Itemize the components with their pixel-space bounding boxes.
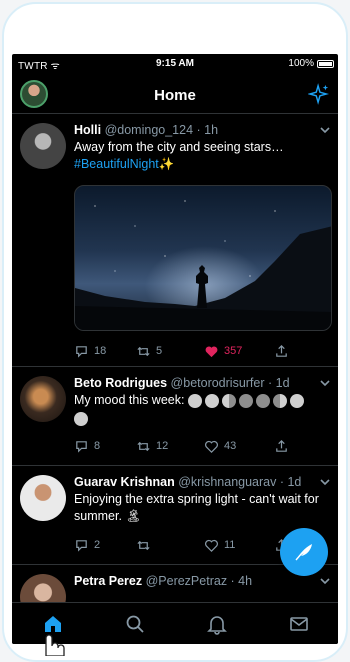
- tab-notifications[interactable]: [206, 613, 228, 635]
- page-title: Home: [154, 87, 196, 104]
- reply-icon: [76, 440, 87, 453]
- chevron-down-icon[interactable]: [320, 125, 330, 135]
- top-navbar: Home: [12, 74, 338, 114]
- waning-moon-icon: [221, 393, 236, 408]
- like-button[interactable]: 43: [204, 438, 236, 454]
- bell-icon: [207, 616, 227, 635]
- share-button[interactable]: [274, 438, 289, 454]
- retweet-icon: [137, 540, 150, 550]
- tweet-photo[interactable]: [74, 185, 332, 331]
- author-name[interactable]: Beto Rodrigues: [74, 376, 167, 390]
- reply-button[interactable]: 18: [74, 343, 106, 359]
- tweet-header: Petra Perez @PerezPetraz · 4h: [74, 574, 320, 588]
- reply-icon: [76, 539, 87, 552]
- tweet-text: Away from the city and seeing stars… #Be…: [74, 140, 284, 171]
- author-handle: @domingo_124 · 1h: [104, 123, 219, 137]
- reply-icon: [76, 345, 87, 358]
- sparkle-icon[interactable]: [308, 83, 330, 105]
- moon-phase-emojis: [187, 393, 304, 408]
- waxing-moon-icon: [272, 393, 287, 408]
- like-button[interactable]: 357: [204, 343, 242, 359]
- tweet-text: Enjoying the extra spring light - can't …: [74, 492, 319, 523]
- retweet-button[interactable]: [136, 537, 156, 553]
- heart-icon: [205, 539, 218, 552]
- tweet-header: Guarav Krishnan @krishnanguarav · 1d: [74, 475, 320, 489]
- search-icon: [126, 615, 144, 633]
- tweet[interactable]: Holli @domingo_124 · 1h Away from the ci…: [12, 115, 338, 367]
- full-moon-icon: [289, 393, 304, 408]
- feather-icon: [295, 544, 312, 561]
- status-bar: TWTR ᯤ 9:15 AM 100%: [12, 54, 338, 74]
- author-handle: @PerezPetraz · 4h: [145, 574, 253, 588]
- hashtag-link[interactable]: #BeautifulNight✨: [74, 157, 174, 171]
- avatar[interactable]: [20, 475, 66, 521]
- tweet-actions: 18 5 357: [74, 343, 330, 359]
- retweet-icon: [137, 346, 150, 356]
- timeline[interactable]: Holli @domingo_124 · 1h Away from the ci…: [12, 115, 338, 602]
- avatar[interactable]: [20, 123, 66, 169]
- author-name[interactable]: Guarav Krishnan: [74, 475, 175, 489]
- mail-icon: [290, 617, 308, 631]
- battery-icon: [317, 60, 334, 68]
- avatar[interactable]: [20, 574, 66, 602]
- like-button[interactable]: 11: [204, 537, 235, 553]
- compose-tweet-button[interactable]: [280, 528, 328, 576]
- reply-button[interactable]: 8: [74, 438, 100, 454]
- tweet-actions: 8 12 43: [74, 438, 330, 454]
- author-handle: @krishnanguarav · 1d: [178, 475, 302, 489]
- tweet-header: Holli @domingo_124 · 1h: [74, 123, 320, 137]
- app-screen: TWTR ᯤ 9:15 AM 100% Home Holli @domingo_…: [12, 54, 338, 644]
- full-moon-icon: [187, 393, 202, 408]
- chevron-down-icon[interactable]: [320, 378, 330, 388]
- author-name[interactable]: Holli: [74, 123, 101, 137]
- author-handle: @betorodrisurfer · 1d: [170, 376, 290, 390]
- tweet-text: My mood this week:: [74, 392, 330, 431]
- tweet-header: Beto Rodrigues @betorodrisurfer · 1d: [74, 376, 320, 390]
- share-icon: [276, 344, 287, 357]
- tab-messages[interactable]: [288, 613, 310, 635]
- reply-button[interactable]: 2: [74, 537, 100, 553]
- tweet[interactable]: Beto Rodrigues @betorodrisurfer · 1d My …: [12, 368, 338, 466]
- chevron-down-icon[interactable]: [320, 576, 330, 586]
- avatar[interactable]: [20, 376, 66, 422]
- heart-filled-icon: [205, 346, 218, 357]
- mountain-silhouette: [75, 226, 331, 330]
- heart-icon: [205, 440, 218, 453]
- full-moon-icon: [74, 412, 88, 426]
- tab-search[interactable]: [124, 613, 146, 635]
- retweet-button[interactable]: 5: [136, 343, 162, 359]
- share-button[interactable]: [274, 343, 289, 359]
- retweet-icon: [137, 441, 150, 451]
- pointer-hand-icon: [45, 634, 65, 656]
- new-moon-icon: [238, 393, 253, 408]
- author-name[interactable]: Petra Perez: [74, 574, 142, 588]
- full-moon-icon: [204, 393, 219, 408]
- share-icon: [276, 439, 287, 452]
- retweet-button[interactable]: 12: [136, 438, 168, 454]
- battery-percent: 100%: [288, 58, 314, 69]
- chevron-down-icon[interactable]: [320, 477, 330, 487]
- new-moon-icon: [255, 393, 270, 408]
